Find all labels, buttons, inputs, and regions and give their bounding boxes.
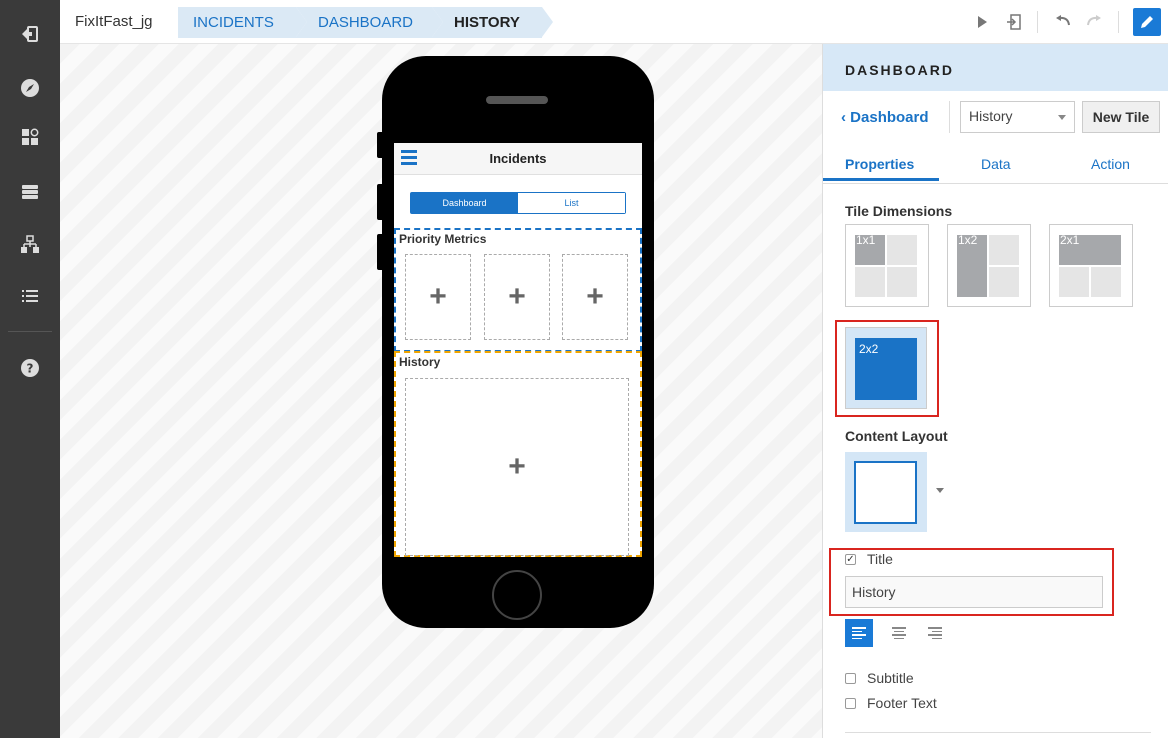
back-to-dashboard-link[interactable]: ‹ Dashboard <box>841 109 929 126</box>
phone-side-button <box>377 132 382 158</box>
subtitle-checkbox-label: Subtitle <box>867 670 914 686</box>
content-layout-option[interactable] <box>845 452 927 532</box>
add-tile-button[interactable]: + <box>405 254 471 340</box>
app-title: Incidents <box>489 151 547 166</box>
chevron-down-icon <box>1058 115 1066 120</box>
dimension-1x2-option[interactable]: 1x2 <box>947 224 1031 307</box>
back-link-label: Dashboard <box>850 109 929 126</box>
tab-properties[interactable]: Properties <box>845 156 914 172</box>
phone-screen: Incidents Dashboard List Priority Metric… <box>394 143 642 557</box>
priority-metrics-section[interactable]: Priority Metrics + + + <box>394 228 642 352</box>
dashboard-tiles-icon[interactable] <box>18 125 42 149</box>
add-tile-button[interactable]: + <box>484 254 550 340</box>
content-layout-label: Content Layout <box>845 428 948 444</box>
section-label: History <box>399 355 441 369</box>
database-icon[interactable] <box>18 180 42 204</box>
title-input[interactable] <box>845 576 1103 608</box>
section-label: Priority Metrics <box>399 232 487 246</box>
left-sidebar: ? <box>0 0 60 738</box>
toolbar-divider <box>1037 11 1038 33</box>
history-section[interactable]: History + <box>394 351 642 557</box>
dimension-label: 1x2 <box>958 233 978 247</box>
select-value: History <box>969 108 1013 124</box>
chevron-down-icon[interactable] <box>936 488 944 493</box>
properties-panel: DASHBOARD ‹ Dashboard History New Tile P… <box>822 44 1168 738</box>
footer-text-checkbox-label: Footer Text <box>867 695 937 711</box>
panel-title: DASHBOARD <box>845 62 954 78</box>
phone-preview: Incidents Dashboard List Priority Metric… <box>377 56 654 628</box>
align-right-button[interactable] <box>921 619 949 647</box>
breadcrumb-history[interactable]: HISTORY <box>432 7 553 38</box>
app-header: Incidents <box>394 143 642 175</box>
dimension-1x1-option[interactable]: 1x1 <box>845 224 929 307</box>
dimension-2x1-option[interactable]: 2x1 <box>1049 224 1133 307</box>
breadcrumb-dashboard[interactable]: DASHBOARD <box>296 7 443 38</box>
edit-pencil-button[interactable] <box>1133 8 1161 36</box>
play-icon[interactable] <box>972 12 992 32</box>
panel-header: DASHBOARD <box>823 44 1168 91</box>
highlight-box <box>835 320 939 417</box>
undo-icon[interactable] <box>1053 12 1073 32</box>
new-tile-button[interactable]: New Tile <box>1082 101 1160 133</box>
dimension-label: 1x1 <box>856 233 876 247</box>
tile-dimensions-label: Tile Dimensions <box>845 203 953 219</box>
title-checkbox-label: Title <box>867 551 893 567</box>
add-tile-button[interactable]: + <box>562 254 628 340</box>
footer-text-checkbox[interactable] <box>845 698 856 709</box>
export-icon[interactable] <box>1004 12 1024 32</box>
redo-icon[interactable] <box>1084 12 1104 32</box>
tab-action[interactable]: Action <box>1091 156 1130 172</box>
header-divider <box>949 101 950 133</box>
subtitle-checkbox[interactable] <box>845 673 856 684</box>
breadcrumb-incidents[interactable]: INCIDENTS <box>178 7 307 38</box>
align-left-button[interactable] <box>845 619 873 647</box>
sidebar-divider <box>8 331 52 332</box>
panel-divider <box>845 732 1151 733</box>
top-bar: FixItFast_jg INCIDENTS DASHBOARD HISTORY <box>60 0 1168 44</box>
add-tile-button[interactable]: + <box>405 378 629 556</box>
phone-home-button <box>492 570 542 620</box>
tab-data[interactable]: Data <box>981 156 1011 172</box>
dimension-label: 2x1 <box>1060 233 1080 247</box>
pencil-icon <box>1141 16 1153 28</box>
phone-side-button <box>377 184 382 220</box>
active-tab-indicator <box>823 178 939 181</box>
phone-speaker <box>486 96 548 104</box>
design-canvas: Incidents Dashboard List Priority Metric… <box>60 44 822 738</box>
list-icon[interactable] <box>18 284 42 308</box>
hierarchy-icon[interactable] <box>18 233 42 257</box>
toolbar-divider <box>1118 11 1119 33</box>
title-checkbox[interactable]: ✓ <box>845 554 856 565</box>
segment-control: Dashboard List <box>410 192 626 214</box>
align-center-button[interactable] <box>885 619 913 647</box>
tile-select-dropdown[interactable]: History <box>960 101 1075 133</box>
exit-icon[interactable] <box>18 22 42 46</box>
breadcrumb-app[interactable]: FixItFast_jg <box>75 13 153 30</box>
chevron-left-icon: ‹ <box>841 109 851 126</box>
segment-dashboard[interactable]: Dashboard <box>411 193 518 213</box>
phone-side-button <box>377 234 382 270</box>
help-icon[interactable]: ? <box>18 356 42 380</box>
compass-icon[interactable] <box>18 76 42 100</box>
svg-text:?: ? <box>27 362 34 376</box>
segment-list[interactable]: List <box>518 193 625 213</box>
